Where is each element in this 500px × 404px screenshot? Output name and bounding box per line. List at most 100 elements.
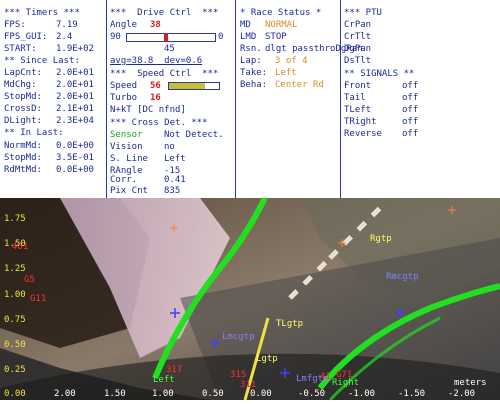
race-status-section: * Race Status * MD NORMAL LMD STOP Rsn. … — [240, 0, 363, 198]
y-axis-label: 0.25 — [4, 365, 26, 375]
x-axis-label: 2.00 — [54, 389, 76, 399]
lap-value: 3 of 4 — [275, 56, 308, 66]
corr-label: Corr. — [110, 175, 138, 185]
speed-ctrl-header: *** Speed Ctrl *** — [110, 69, 219, 79]
angle-label: Angle — [110, 20, 138, 30]
column-divider — [106, 0, 107, 198]
drive-ctrl-section: *** Drive Ctrl *** Angle 38 90 0 45 avg=… — [110, 0, 234, 198]
pix-cnt-label: Pix Cnt — [110, 186, 148, 196]
signal-front-label: Front — [344, 81, 372, 91]
signal-tright-label: TRight — [344, 117, 377, 127]
signal-tail-value: off — [402, 93, 419, 103]
ptu-item-dstlt: DsTlt — [344, 56, 372, 66]
id-label: G11 — [30, 294, 47, 304]
camera-feed-image — [0, 196, 500, 402]
telemetry-panel: *** Timers *** FPS: 7.19 FPS_GUI: 2.4 ST… — [0, 0, 500, 198]
y-axis-label: 1.75 — [4, 214, 26, 224]
timers-section: *** Timers *** FPS: 7.19 FPS_GUI: 2.4 ST… — [4, 0, 104, 198]
stopmd-in-value: 3.5E-01 — [56, 153, 94, 163]
normmd-label: NormMd: — [4, 141, 42, 151]
since-last-header: ** Since Last: — [4, 56, 80, 66]
x-axis-label: 1.00 — [152, 389, 174, 399]
angle-slider[interactable] — [126, 33, 216, 42]
signals-header: ** SIGNALS ** — [344, 69, 415, 79]
take-label: Take: — [240, 68, 268, 78]
y-axis-label: 0.00 — [4, 389, 26, 399]
dlight-value: 2.3E+04 — [56, 116, 94, 126]
rsn-label: Rsn. — [240, 44, 262, 54]
dlight-label: DLight: — [4, 116, 42, 126]
id-label: G5 — [24, 275, 35, 285]
mdchg-label: MdChg: — [4, 80, 37, 90]
corr-value: 0.41 — [164, 175, 186, 185]
lmd-label: LMD — [240, 32, 257, 42]
marker-lmcgtp: Lmcgtp — [222, 332, 255, 342]
y-axis-label: 1.25 — [4, 264, 26, 274]
signal-front-value: off — [402, 81, 419, 91]
in-last-header: ** In Last: — [4, 128, 64, 138]
slider-min-label: 90 — [110, 32, 121, 42]
lapcnt-value: 2.0E+01 — [56, 68, 94, 78]
speed-bar — [168, 82, 220, 90]
marker-lgtp: Lgtp — [256, 354, 278, 364]
ptu-section: *** PTU CrPan CrTlt DgPan DsTlt ** SIGNA… — [344, 0, 498, 198]
x-axis-label: 0.50 — [202, 389, 224, 399]
stopmd-label: StopMd: — [4, 92, 42, 102]
signal-tleft-value: off — [402, 105, 419, 115]
s-line-value: Left — [164, 154, 186, 164]
id-label: G71 — [336, 370, 353, 380]
take-value: Left — [275, 68, 297, 78]
sensor-value: Not Detect. — [164, 130, 224, 140]
id-label: 41 — [320, 372, 331, 382]
crossd-value: 2.1E+01 — [56, 104, 94, 114]
id-label: 315 — [230, 370, 247, 380]
signal-tleft-label: TLeft — [344, 105, 372, 115]
column-divider — [235, 0, 236, 198]
x-axis-label: -0.50 — [298, 389, 326, 399]
x-axis-units: meters — [454, 378, 487, 388]
marker-rmcgtp: Rmcgtp — [386, 272, 419, 282]
start-value: 1.9E+02 — [56, 44, 94, 54]
fps-value: 7.19 — [56, 20, 78, 30]
angle-slider-thumb[interactable] — [163, 33, 168, 42]
marker-tlgtp: TLgtp — [276, 319, 304, 329]
speed-value: 56 — [150, 81, 161, 91]
vision-value: no — [164, 142, 175, 152]
avg-dev-readout: avg=38.8 dev=0.6 — [110, 56, 203, 66]
slider-max-label: 0 — [218, 32, 224, 42]
lap-label: Lap: — [240, 56, 262, 66]
timers-header: *** Timers *** — [4, 8, 80, 18]
pix-cnt-value: 835 — [164, 186, 181, 196]
ptu-item-crpan: CrPan — [344, 20, 372, 30]
ptu-item-dgpan: DgPan — [344, 44, 372, 54]
normmd-value: 0.0E+00 — [56, 141, 94, 151]
marker-left: Left — [153, 375, 175, 385]
fps-gui-label: FPS_GUI: — [4, 32, 48, 42]
marker-rgtp: Rgtp — [370, 234, 392, 244]
mdchg-value: 2.0E+01 — [56, 80, 94, 90]
drive-ctrl-header: *** Drive Ctrl *** — [110, 8, 219, 18]
turbo-label: Turbo — [110, 93, 138, 103]
x-axis-label: 0.00 — [250, 389, 272, 399]
signal-reverse-value: off — [402, 129, 419, 139]
angle-value: 38 — [150, 20, 161, 30]
ptu-item-crtlt: CrTlt — [344, 32, 372, 42]
fps-label: FPS: — [4, 20, 26, 30]
ptu-header: *** PTU — [344, 8, 382, 18]
y-axis-label: 1.50 — [4, 239, 26, 249]
column-divider — [340, 0, 341, 198]
y-axis-label: 0.75 — [4, 315, 26, 325]
beha-label: Beha: — [240, 80, 268, 90]
crossd-label: CrossD: — [4, 104, 42, 114]
lapcnt-label: LapCnt: — [4, 68, 42, 78]
signal-tail-label: Tail — [344, 93, 366, 103]
stopmd-in-label: StopMd: — [4, 153, 42, 163]
stopmd-value: 2.0E+01 — [56, 92, 94, 102]
race-status-header: * Race Status * — [240, 8, 322, 18]
turbo-value: 16 — [150, 93, 161, 103]
start-label: START: — [4, 44, 37, 54]
camera-view: Rgtp Rmcgtp TLgtp Lmcgtp Lgtp Lmfgtp Lef… — [0, 196, 500, 402]
s-line-label: S. Line — [110, 154, 148, 164]
signal-reverse-label: Reverse — [344, 129, 382, 139]
nkt-status: N+kT [DC nfnd] — [110, 105, 186, 115]
